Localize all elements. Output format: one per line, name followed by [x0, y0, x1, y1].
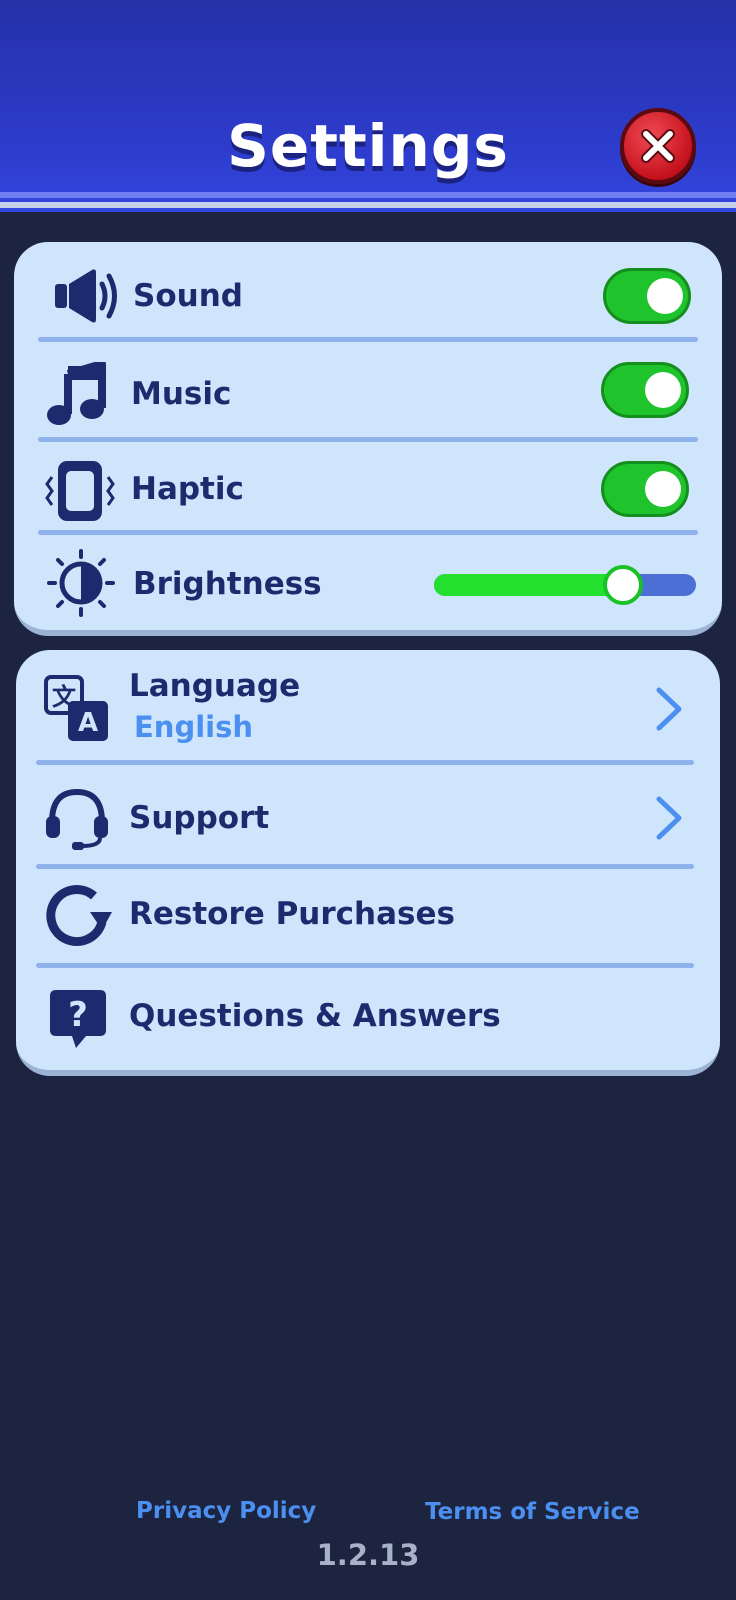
support-row[interactable]: Support	[0, 782, 736, 862]
brightness-slider-thumb[interactable]	[602, 565, 643, 605]
questions-answers-row[interactable]: ? Questions & Answers	[0, 980, 736, 1060]
sound-row: Sound	[0, 262, 736, 332]
speaker-icon	[55, 269, 117, 323]
header-bar: Settings	[0, 0, 736, 212]
svg-text:?: ?	[68, 995, 88, 1035]
haptic-label: Haptic	[131, 471, 244, 507]
toggle-knob	[647, 278, 683, 314]
language-label: Language	[129, 668, 301, 704]
chevron-right-icon	[656, 687, 682, 731]
app-version: 1.2.13	[316, 1538, 420, 1572]
toggle-knob	[645, 372, 681, 408]
sound-toggle[interactable]	[603, 268, 691, 324]
chevron-right-icon	[656, 796, 682, 840]
music-row: Music	[0, 360, 736, 430]
divider	[38, 437, 698, 442]
language-row[interactable]: 文 A Language English	[0, 668, 736, 752]
divider	[36, 760, 694, 765]
question-bubble-icon: ?	[50, 990, 106, 1048]
header-divider-light	[0, 192, 736, 198]
questions-answers-label: Questions & Answers	[129, 998, 501, 1034]
language-value: English	[134, 710, 254, 744]
divider	[36, 963, 694, 968]
close-icon	[641, 129, 675, 163]
sound-label: Sound	[133, 278, 243, 314]
brightness-slider-fill	[434, 574, 623, 596]
terms-of-service-link[interactable]: Terms of Service	[425, 1499, 640, 1525]
restore-purchases-label: Restore Purchases	[129, 896, 455, 932]
privacy-policy-link[interactable]: Privacy Policy	[136, 1498, 316, 1524]
haptic-row: Haptic	[0, 455, 736, 525]
headset-icon	[46, 788, 108, 850]
header-divider-pale	[0, 202, 736, 208]
toggle-knob	[645, 471, 681, 507]
restore-icon	[46, 885, 112, 947]
divider	[38, 337, 698, 342]
close-button[interactable]	[620, 108, 696, 184]
divider	[38, 530, 698, 535]
divider	[36, 864, 694, 869]
vibrate-phone-icon	[45, 461, 115, 521]
svg-text:A: A	[78, 708, 98, 738]
haptic-toggle[interactable]	[601, 461, 689, 517]
music-note-icon	[47, 362, 106, 425]
translate-icon: 文 A	[44, 675, 108, 741]
restore-purchases-row[interactable]: Restore Purchases	[0, 878, 736, 958]
brightness-slider[interactable]	[434, 565, 696, 605]
brightness-label: Brightness	[133, 566, 322, 602]
music-toggle[interactable]	[601, 362, 689, 418]
support-label: Support	[129, 800, 270, 836]
brightness-icon	[47, 549, 115, 617]
music-label: Music	[131, 376, 232, 412]
